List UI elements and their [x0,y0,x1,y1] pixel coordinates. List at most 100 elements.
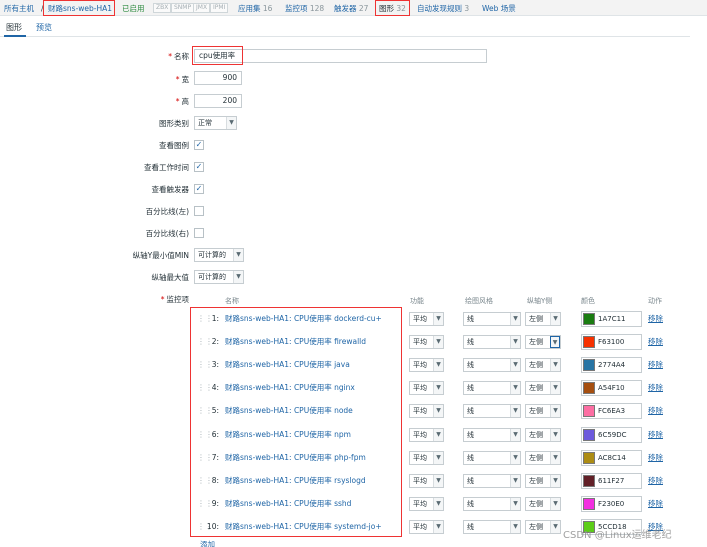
function-select[interactable]: 平均 ▼ [409,473,444,488]
remove-item-link[interactable]: 移除 [648,499,663,509]
y-min-select[interactable]: 可计算的 ▼ [194,248,244,262]
remove-item-link[interactable]: 移除 [648,314,663,324]
color-swatch[interactable] [583,428,595,441]
all-hosts-link[interactable]: 所有主机 [4,3,34,14]
item-name-link[interactable]: 财路sns-web-HA1: CPU使用率 java [225,360,350,370]
remove-item-link[interactable]: 移除 [648,453,663,463]
drag-handle-icon[interactable]: ⋮⋮ [197,383,213,393]
drag-handle-icon[interactable]: ⋮⋮ [197,499,213,509]
graphs-link[interactable]: 图形 32 [379,3,406,14]
remove-item-link[interactable]: 移除 [648,430,663,440]
drag-handle-icon[interactable]: ⋮⋮ [197,476,213,486]
drag-handle-icon[interactable]: ⋮⋮ [197,522,213,532]
color-swatch[interactable] [583,405,595,418]
color-swatch[interactable] [583,382,595,395]
color-swatch[interactable] [583,313,595,325]
item-name-link[interactable]: 财路sns-web-HA1: CPU使用率 rsyslogd [225,476,366,486]
draw-style-select[interactable]: 线 ▼ [463,427,521,442]
graph-type-select[interactable]: 正常 ▼ [194,116,237,130]
y-max-select[interactable]: 可计算的 ▼ [194,270,244,284]
y-axis-side-select[interactable]: 左侧 ▼ [525,335,561,350]
function-select[interactable]: 平均 ▼ [409,312,444,326]
draw-style-select[interactable]: 线 ▼ [463,450,521,465]
color-input[interactable]: 6C59DC [581,426,642,443]
function-select[interactable]: 平均 ▼ [409,450,444,465]
remove-item-link[interactable]: 移除 [648,406,663,416]
color-input[interactable]: AC8C14 [581,449,642,466]
color-input[interactable]: FC6EA3 [581,403,642,420]
draw-style-select[interactable]: 线 ▼ [463,381,521,396]
percentile-right-checkbox[interactable] [194,228,204,238]
remove-item-link[interactable]: 移除 [648,360,663,370]
y-axis-side-select[interactable]: 左侧 ▼ [525,312,561,326]
color-swatch[interactable] [583,359,595,372]
applications-link[interactable]: 应用集 16 [238,3,272,14]
tab-preview[interactable]: 预览 [36,23,52,33]
draw-style-select[interactable]: 线 ▼ [463,519,521,534]
function-select[interactable]: 平均 ▼ [409,496,444,511]
function-select[interactable]: 平均 ▼ [409,381,444,396]
item-name-link[interactable]: 财路sns-web-HA1: CPU使用率 systemd-jo+ [225,522,382,532]
draw-style-select[interactable]: 线 ▼ [463,335,521,350]
item-name-link[interactable]: 财路sns-web-HA1: CPU使用率 firewalld [225,337,366,347]
item-name-link[interactable]: 财路sns-web-HA1: CPU使用率 sshd [225,499,351,509]
percentile-left-checkbox[interactable] [194,206,204,216]
y-axis-side-select[interactable]: 左侧 ▼ [525,358,561,373]
triggers-link[interactable]: 触发器 27 [334,3,368,14]
color-input[interactable]: 611F27 [581,472,642,489]
color-input[interactable]: 1A7C11 [581,311,642,327]
y-axis-side-select[interactable]: 左侧 ▼ [525,519,561,534]
draw-style-select[interactable]: 线 ▼ [463,358,521,373]
drag-handle-icon[interactable]: ⋮⋮ [197,406,213,416]
discovery-rules-link[interactable]: 自动发现规则 3 [417,3,469,14]
color-swatch[interactable] [583,451,595,464]
add-item-link[interactable]: 添加 [200,541,215,547]
color-swatch[interactable] [583,474,595,487]
function-select[interactable]: 平均 ▼ [409,404,444,419]
height-input[interactable]: 200 [194,94,242,108]
draw-style-select[interactable]: 线 ▼ [463,496,521,511]
host-status-enabled[interactable]: 已启用 [122,3,145,14]
y-axis-side-select[interactable]: 左侧 ▼ [525,450,561,465]
function-select[interactable]: 平均 ▼ [409,358,444,373]
drag-handle-icon[interactable]: ⋮⋮ [197,337,213,347]
item-name-link[interactable]: 财路sns-web-HA1: CPU使用率 php-fpm [225,453,366,463]
drag-handle-icon[interactable]: ⋮⋮ [197,360,213,370]
color-input[interactable]: F63100 [581,334,642,351]
width-input[interactable]: 900 [194,71,242,85]
y-axis-side-select[interactable]: 左侧 ▼ [525,381,561,396]
draw-style-select[interactable]: 线 ▼ [463,473,521,488]
remove-item-link[interactable]: 移除 [648,476,663,486]
show-triggers-checkbox[interactable]: ✓ [194,184,204,194]
show-working-time-checkbox[interactable]: ✓ [194,162,204,172]
item-name-link[interactable]: 财路sns-web-HA1: CPU使用率 npm [225,430,351,440]
drag-handle-icon[interactable]: ⋮⋮ [197,430,213,440]
color-swatch[interactable] [583,336,595,349]
draw-style-select[interactable]: 线 ▼ [463,404,521,419]
color-input[interactable]: F230E0 [581,495,642,512]
drag-handle-icon[interactable]: ⋮⋮ [197,453,213,463]
function-select[interactable]: 平均 ▼ [409,519,444,534]
drag-handle-icon[interactable]: ⋮⋮ [197,314,213,324]
y-axis-side-select[interactable]: 左侧 ▼ [525,404,561,419]
y-axis-side-select[interactable]: 左侧 ▼ [525,496,561,511]
host-name-link[interactable]: 财路sns-web-HA1 [48,3,112,14]
y-axis-side-select[interactable]: 左侧 ▼ [525,427,561,442]
color-input[interactable]: A54F10 [581,380,642,397]
remove-item-link[interactable]: 移除 [648,337,663,347]
remove-item-link[interactable]: 移除 [648,383,663,393]
item-name-link[interactable]: 财路sns-web-HA1: CPU使用率 dockerd-cu+ [225,314,382,324]
color-swatch[interactable] [583,497,595,510]
color-input[interactable]: 2774A4 [581,357,642,374]
name-input[interactable]: cpu使用率 [194,49,487,63]
tab-graph[interactable]: 图形 [6,23,22,33]
y-axis-side-select[interactable]: 左侧 ▼ [525,473,561,488]
draw-style-select[interactable]: 线 ▼ [463,312,521,326]
function-select[interactable]: 平均 ▼ [409,335,444,350]
item-name-link[interactable]: 财路sns-web-HA1: CPU使用率 node [225,406,353,416]
item-name-link[interactable]: 财路sns-web-HA1: CPU使用率 nginx [225,383,355,393]
items-link[interactable]: 监控项 128 [285,3,324,14]
function-select[interactable]: 平均 ▼ [409,427,444,442]
web-scenarios-link[interactable]: Web 场景 [482,3,516,14]
show-legend-checkbox[interactable]: ✓ [194,140,204,150]
